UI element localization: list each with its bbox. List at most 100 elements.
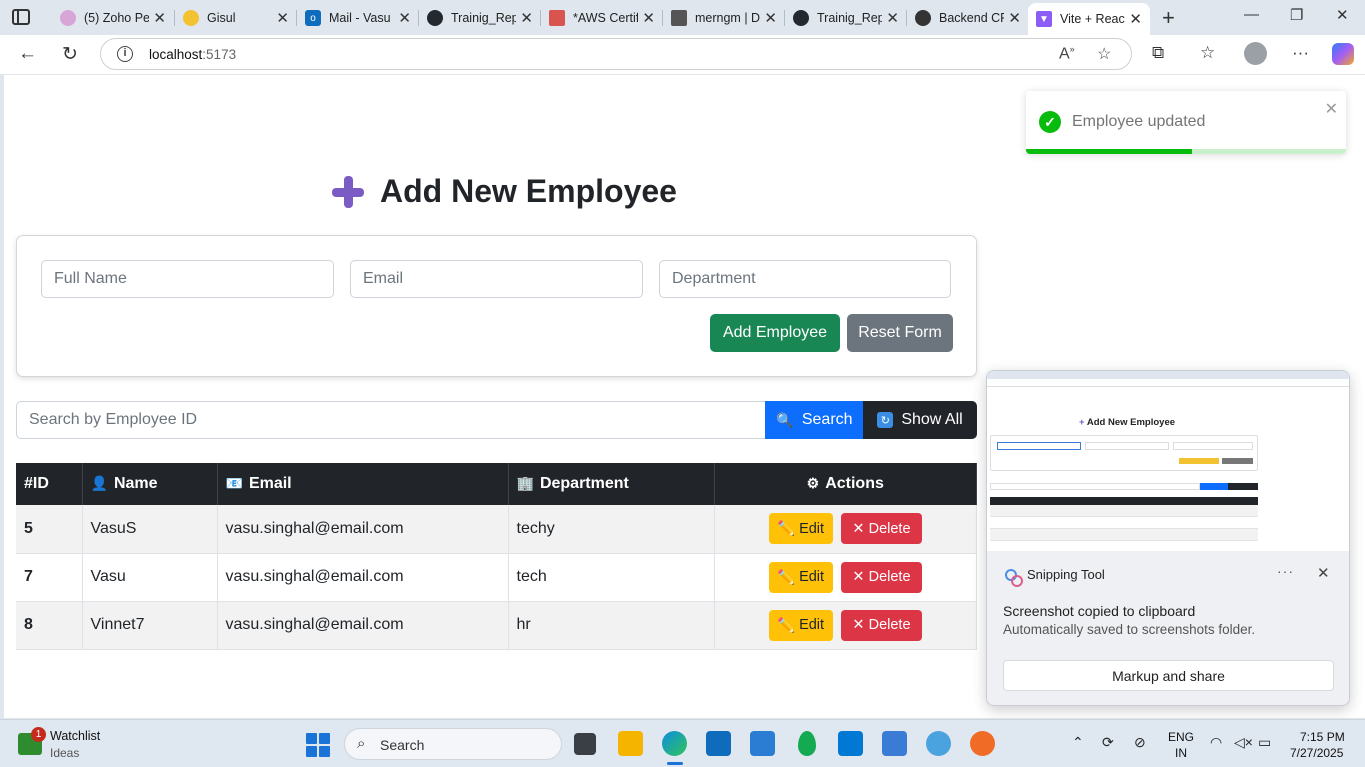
browser-tab[interactable]: Trainig_Rep ✕ — [785, 3, 907, 33]
table-header-row: #ID 👤 Name 📧 Email 🏢 Department ⚙ Actions — [16, 463, 977, 505]
browser-tab[interactable]: o Mail - Vasu ✕ — [297, 3, 419, 33]
refresh-icon[interactable]: ↻ — [62, 43, 78, 66]
browser-tab-active[interactable]: ▼ Vite + Reac ✕ — [1028, 3, 1150, 35]
more-options-icon[interactable]: ··· — [1277, 563, 1294, 579]
delete-button[interactable]: ✕ Delete — [840, 561, 922, 593]
tab-title: Vite + Reac — [1060, 12, 1125, 26]
profile-avatar[interactable] — [1244, 42, 1267, 65]
close-icon[interactable]: ✕ — [520, 9, 533, 27]
browser-tab[interactable]: (5) Zoho Pe ✕ — [52, 3, 174, 33]
vite-favicon-icon: ▼ — [1036, 11, 1052, 27]
tab-title: Gisul — [207, 11, 236, 25]
tab-actions-icon[interactable] — [12, 9, 30, 25]
widget-title[interactable]: Watchlist — [50, 729, 100, 743]
close-icon[interactable]: ✕ — [153, 9, 166, 27]
search-icon: 🔍 — [776, 411, 794, 428]
postman-icon[interactable] — [970, 731, 995, 756]
outlook-icon[interactable] — [706, 731, 731, 756]
edge-icon[interactable] — [662, 731, 687, 756]
pencil-icon: ✏️ — [776, 521, 796, 538]
reset-form-button[interactable]: Reset Form — [847, 314, 953, 352]
full-name-input[interactable] — [41, 260, 334, 298]
markup-and-share-button[interactable]: Markup and share — [1003, 660, 1334, 691]
employee-department: hr — [508, 601, 715, 650]
gear-icon: ⚙ — [806, 475, 820, 491]
close-icon[interactable]: ✕ — [1008, 9, 1021, 27]
settings-app-icon[interactable] — [926, 731, 951, 756]
screenshot-thumbnail[interactable]: + Add New Employee — [987, 371, 1349, 551]
employee-id: 5 — [16, 505, 83, 554]
window-close-icon[interactable]: ✕ — [1336, 6, 1349, 24]
favorite-star-icon[interactable]: ☆ — [1097, 44, 1111, 64]
delete-button[interactable]: ✕ Delete — [840, 513, 922, 545]
photos-icon[interactable] — [882, 731, 907, 756]
clock-time[interactable]: 7:15 PM — [1300, 730, 1345, 744]
toast-notification[interactable]: ✓ Employee updated ✕ — [1026, 91, 1346, 154]
back-icon[interactable]: ← — [18, 43, 37, 65]
read-aloud-icon[interactable]: A» — [1059, 44, 1075, 63]
email-column-header: 📧 Email — [217, 463, 509, 505]
cross-icon: ✕ — [852, 520, 865, 537]
delete-button[interactable]: ✕ Delete — [840, 609, 922, 641]
taskbar-search[interactable]: ⌕ Search — [344, 728, 562, 760]
site-info-icon[interactable]: i — [117, 46, 133, 62]
file-explorer-icon[interactable] — [618, 731, 643, 756]
task-view-icon[interactable] — [574, 733, 596, 755]
volume-icon[interactable]: ◁× — [1234, 734, 1253, 751]
show-all-button[interactable]: ↻ Show All — [863, 401, 977, 439]
employee-name: Vasu — [82, 553, 218, 602]
clock-date[interactable]: 7/27/2025 — [1290, 746, 1343, 760]
close-icon[interactable]: ✕ — [1129, 10, 1142, 28]
department-input[interactable] — [659, 260, 951, 298]
search-button[interactable]: 🔍 Search — [765, 401, 864, 439]
edit-button[interactable]: ✏️ Edit — [768, 513, 833, 545]
browser-tab[interactable]: Gisul ✕ — [175, 3, 297, 33]
more-icon[interactable]: ··· — [1292, 43, 1309, 63]
battery-icon[interactable]: ▭ — [1258, 734, 1271, 751]
toast-close-icon[interactable]: ✕ — [1325, 99, 1338, 119]
chevron-up-icon[interactable]: ⌃ — [1072, 734, 1084, 751]
start-button[interactable] — [306, 733, 330, 757]
close-icon[interactable]: ✕ — [276, 9, 289, 27]
id-column-header: #ID — [16, 463, 83, 505]
copilot-icon[interactable] — [1332, 43, 1354, 65]
sync-icon[interactable]: ⟳ — [1102, 734, 1114, 751]
edit-button[interactable]: ✏️ Edit — [768, 561, 833, 593]
browser-tab[interactable]: Trainig_Rep ✕ — [419, 3, 541, 33]
network-off-icon[interactable]: ⊘ — [1134, 734, 1146, 751]
minimize-icon[interactable]: — — [1244, 6, 1259, 23]
extensions-icon[interactable]: ⧉ — [1152, 43, 1164, 63]
snipping-tool-panel: Snipping Tool ··· ✕ Screenshot copied to… — [987, 551, 1349, 705]
close-icon[interactable]: ✕ — [398, 9, 411, 27]
pencil-icon: ✏️ — [776, 617, 796, 634]
language-indicator[interactable]: ENG — [1168, 730, 1194, 744]
close-icon[interactable]: ✕ — [1317, 564, 1330, 582]
url-text: localhost:5173 — [149, 47, 237, 62]
address-bar[interactable]: i localhost:5173 A» ☆ — [100, 38, 1132, 70]
close-icon[interactable]: ✕ — [886, 9, 899, 27]
mongodb-icon[interactable] — [798, 731, 816, 756]
browser-tab[interactable]: merngm | D ✕ — [663, 3, 785, 33]
browser-tab[interactable]: *AWS Certif ✕ — [541, 3, 663, 33]
notes-icon[interactable] — [750, 731, 775, 756]
search-icon: ⌕ — [357, 735, 366, 752]
employee-form-card: Add Employee Reset Form — [16, 235, 977, 377]
page-title: Add New Employee — [332, 173, 677, 210]
close-icon[interactable]: ✕ — [764, 9, 777, 27]
building-icon: 🏢 — [516, 475, 534, 491]
row-actions: ✏️ Edit ✕ Delete — [714, 505, 977, 554]
favorites-icon[interactable]: ☆ — [1200, 43, 1215, 63]
employee-id-search-input[interactable] — [16, 401, 766, 439]
vscode-icon[interactable] — [838, 731, 863, 756]
tab-title: Backend CR — [939, 11, 1005, 25]
browser-tab[interactable]: Backend CR ✕ — [907, 3, 1029, 33]
wifi-icon[interactable]: ◠ — [1210, 734, 1222, 751]
close-icon[interactable]: ✕ — [642, 9, 655, 27]
cross-icon: ✕ — [852, 569, 865, 585]
employee-name: Vinnet7 — [82, 601, 218, 650]
add-employee-button[interactable]: Add Employee — [710, 314, 840, 352]
restore-icon[interactable]: ❐ — [1290, 6, 1303, 24]
new-tab-button[interactable]: + — [1162, 5, 1175, 31]
email-input[interactable] — [350, 260, 643, 298]
edit-button[interactable]: ✏️ Edit — [768, 609, 833, 641]
